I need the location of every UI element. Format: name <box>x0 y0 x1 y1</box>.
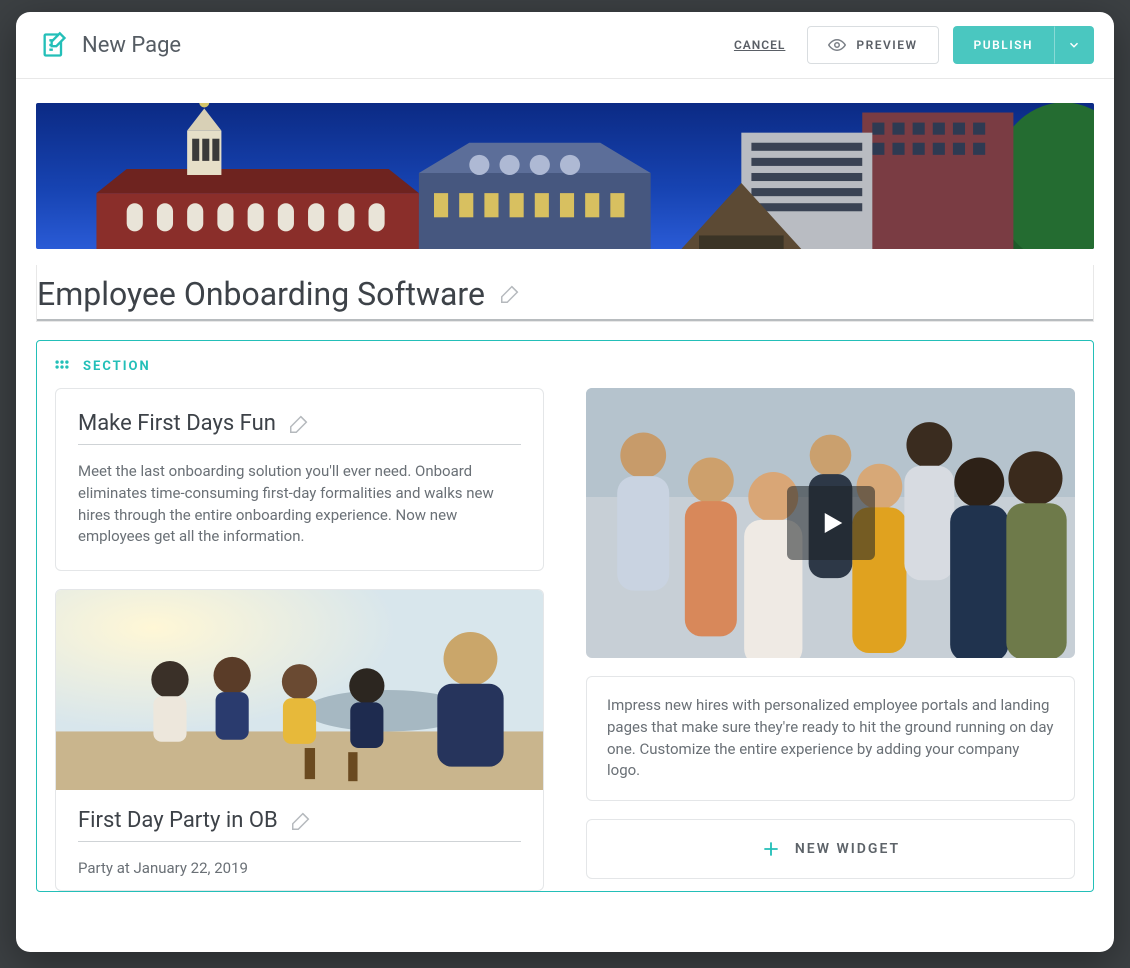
edit-icon[interactable] <box>288 413 310 435</box>
page-heading-text: Employee Onboarding Software <box>37 275 485 313</box>
header-bar: New Page CANCEL PREVIEW PUBLISH <box>16 12 1114 79</box>
cancel-link[interactable]: CANCEL <box>734 38 785 52</box>
preview-label: PREVIEW <box>856 38 917 52</box>
video-widget-card[interactable] <box>586 388 1075 658</box>
card-title-row: Make First Days Fun <box>78 411 521 445</box>
text-widget-card[interactable]: Impress new hires with personalized empl… <box>586 676 1075 801</box>
editor-window: New Page CANCEL PREVIEW PUBLISH <box>16 12 1114 952</box>
section-label: SECTION <box>83 359 151 374</box>
new-widget-button[interactable]: NEW WIDGET <box>586 819 1075 879</box>
card-body: Party at January 22, 2019 <box>78 858 521 880</box>
section-container: SECTION Make First Days Fun Meet the las… <box>36 340 1094 892</box>
section-columns: Make First Days Fun Meet the last onboar… <box>55 388 1075 891</box>
plus-icon <box>761 839 781 859</box>
publish-button-group: PUBLISH <box>953 26 1094 64</box>
hero-image <box>36 103 1094 249</box>
chevron-down-icon <box>1067 38 1081 52</box>
card-body: Meet the last onboarding solution you'll… <box>78 461 521 548</box>
edit-icon[interactable] <box>499 283 521 305</box>
hero-banner <box>36 103 1094 249</box>
card-title: Make First Days Fun <box>78 411 276 436</box>
card-body: Impress new hires with personalized empl… <box>607 695 1054 782</box>
left-column: Make First Days Fun Meet the last onboar… <box>55 388 544 891</box>
page-heading-row: Employee Onboarding Software <box>37 265 1093 321</box>
publish-button[interactable]: PUBLISH <box>953 26 1054 64</box>
card-title: First Day Party in OB <box>78 808 278 833</box>
content-scroll[interactable]: Employee Onboarding Software SECTION <box>16 79 1114 952</box>
eye-icon <box>828 36 846 54</box>
page-heading-container: Employee Onboarding Software <box>36 265 1094 322</box>
header-title: New Page <box>82 33 181 58</box>
publish-dropdown-button[interactable] <box>1054 26 1094 64</box>
play-icon <box>816 508 846 538</box>
play-button[interactable] <box>787 486 875 560</box>
edit-icon[interactable] <box>290 810 312 832</box>
text-widget-card[interactable]: Make First Days Fun Meet the last onboar… <box>55 388 544 571</box>
card-image <box>56 590 543 790</box>
right-column: Impress new hires with personalized empl… <box>586 388 1075 891</box>
image-text-widget-card[interactable]: First Day Party in OB Party at January 2… <box>55 589 544 891</box>
page-icon <box>40 31 68 59</box>
drag-handle-icon[interactable] <box>55 360 69 374</box>
preview-button[interactable]: PREVIEW <box>807 26 938 64</box>
new-widget-label: NEW WIDGET <box>795 841 900 857</box>
section-header: SECTION <box>55 359 1075 374</box>
card-title-row: First Day Party in OB <box>78 808 521 842</box>
